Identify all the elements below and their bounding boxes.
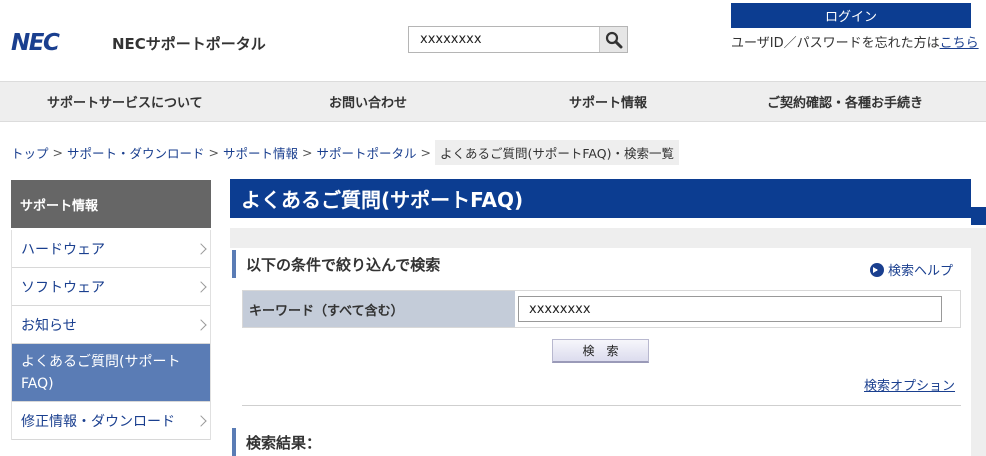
nec-logo[interactable]: NEC xyxy=(11,30,60,56)
header-search xyxy=(408,26,628,53)
header-search-input[interactable] xyxy=(409,27,599,52)
sidebar-item-label: ハードウェア xyxy=(21,241,105,258)
breadcrumb-support-download[interactable]: サポート・ダウンロード xyxy=(67,143,205,162)
global-nav: サポートサービスについて お問い合わせ サポート情報 ご契約確認・各種お手続き xyxy=(0,81,986,122)
sidebar-item-label: ソフトウェア xyxy=(21,279,105,296)
breadcrumb-separator: > xyxy=(420,145,431,160)
breadcrumb: トップ > サポート・ダウンロード > サポート情報 > サポートポータル > … xyxy=(11,140,679,165)
sidebar-menu: ハードウェア ソフトウェア お知らせ よくあるご質問(サポートFAQ) 修正情報… xyxy=(11,230,211,440)
sidebar-item-faq[interactable]: よくあるご質問(サポートFAQ) xyxy=(12,344,210,402)
sidebar-item-news[interactable]: お知らせ xyxy=(12,306,210,344)
breadcrumb-support-portal[interactable]: サポートポータル xyxy=(317,143,417,162)
breadcrumb-support-info[interactable]: サポート情報 xyxy=(223,143,298,162)
forgot-link[interactable]: こちら xyxy=(940,36,979,51)
search-icon xyxy=(605,31,622,48)
header-search-button[interactable] xyxy=(599,27,627,52)
arrow-circle-icon xyxy=(870,262,884,277)
sidebar-item-label: お知らせ xyxy=(21,317,77,334)
sidebar-item-hardware[interactable]: ハードウェア xyxy=(12,230,210,268)
login-button[interactable]: ログイン xyxy=(731,3,971,28)
sidebar-item-downloads[interactable]: 修正情報・ダウンロード xyxy=(12,402,210,440)
chevron-right-icon xyxy=(195,414,207,427)
search-help-link[interactable]: 検索ヘルプ xyxy=(870,260,953,279)
forgot-text: ユーザID／パスワードを忘れた方は xyxy=(731,36,940,51)
gnav-support-services[interactable]: サポートサービスについて xyxy=(47,82,203,121)
search-options-link[interactable]: 検索オプション xyxy=(864,375,955,394)
gnav-contract[interactable]: ご契約確認・各種お手続き xyxy=(767,82,923,121)
gnav-support-info[interactable]: サポート情報 xyxy=(569,82,647,121)
sidebar-item-software[interactable]: ソフトウェア xyxy=(12,268,210,306)
chevron-right-icon xyxy=(195,318,207,331)
sidebar-item-label: よくあるご質問(サポートFAQ) xyxy=(21,353,181,392)
section-divider xyxy=(242,405,961,406)
sidebar-heading: サポート情報 xyxy=(11,180,211,228)
search-button[interactable]: 検索 xyxy=(552,339,649,363)
breadcrumb-separator: > xyxy=(52,145,63,160)
chevron-right-icon xyxy=(195,280,207,293)
keyword-row: キーワード（すべて含む） xyxy=(242,290,961,328)
breadcrumb-current: よくあるご質問(サポートFAQ)・検索一覧 xyxy=(435,140,679,165)
keyword-input[interactable] xyxy=(518,296,942,322)
sidebar-item-label: 修正情報・ダウンロード xyxy=(21,413,175,430)
search-help-label: 検索ヘルプ xyxy=(888,264,954,279)
filter-heading: 以下の条件で絞り込んで検索 xyxy=(232,250,440,278)
forgot-credentials: ユーザID／パスワードを忘れた方はこちら xyxy=(731,32,979,51)
keyword-label: キーワード（すべて含む） xyxy=(243,291,515,327)
title-bar-extension xyxy=(971,207,986,225)
results-heading: 検索結果： xyxy=(232,428,321,456)
breadcrumb-top[interactable]: トップ xyxy=(11,143,49,162)
site-title[interactable]: NECサポートポータル xyxy=(112,33,266,54)
breadcrumb-separator: > xyxy=(208,145,219,160)
breadcrumb-separator: > xyxy=(302,145,313,160)
gnav-contact[interactable]: お問い合わせ xyxy=(329,82,407,121)
page-title: よくあるご質問(サポートFAQ) xyxy=(230,179,971,218)
chevron-right-icon xyxy=(195,242,207,255)
